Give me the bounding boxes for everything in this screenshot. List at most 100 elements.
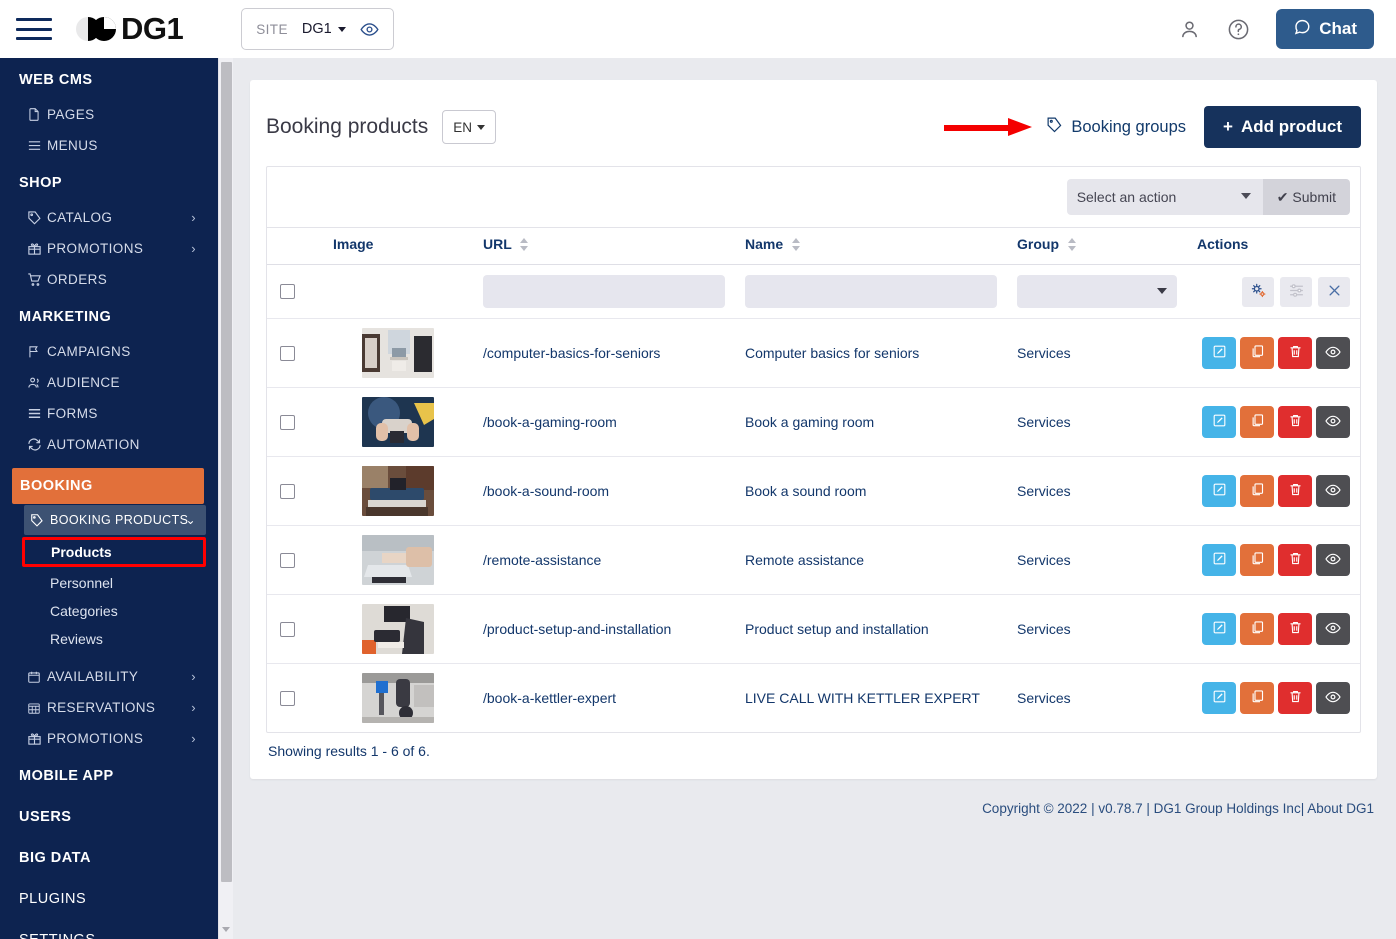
sidebar-section-mobile-app[interactable]: MOBILE APP <box>0 754 218 795</box>
sort-icon[interactable] <box>520 238 529 251</box>
sidebar-scrollbar[interactable] <box>218 58 233 939</box>
filter-sliders-button[interactable] <box>1280 276 1312 307</box>
sidebar-item-forms[interactable]: FORMS <box>0 398 218 429</box>
row-url[interactable]: /book-a-sound-room <box>473 456 735 526</box>
sidebar-item-booking-promotions[interactable]: PROMOTIONS › <box>0 723 218 754</box>
edit-button[interactable] <box>1202 682 1236 714</box>
duplicate-button[interactable] <box>1240 406 1274 438</box>
edit-button[interactable] <box>1202 613 1236 645</box>
th-group[interactable]: Group <box>1007 227 1187 265</box>
sidebar-item-automation[interactable]: AUTOMATION <box>0 429 218 460</box>
settings-gears-button[interactable] <box>1242 276 1274 307</box>
edit-button[interactable] <box>1202 406 1236 438</box>
submit-button[interactable]: ✔ Submit <box>1262 179 1350 215</box>
duplicate-button[interactable] <box>1240 682 1274 714</box>
row-image-cell <box>323 594 473 664</box>
copy-icon <box>1250 620 1265 638</box>
clear-filters-button[interactable] <box>1318 276 1350 307</box>
sidebar-section-users[interactable]: USERS <box>0 795 218 836</box>
duplicate-button[interactable] <box>1240 475 1274 507</box>
name-filter-input[interactable] <box>745 275 997 308</box>
chat-bubble-icon <box>1293 18 1311 41</box>
row-actions-cell <box>1187 663 1360 732</box>
add-product-button[interactable]: + Add product <box>1204 106 1361 148</box>
sidebar-item-orders[interactable]: ORDERS <box>0 264 218 295</box>
sidebar-item-pages[interactable]: PAGES <box>0 99 218 130</box>
preview-button[interactable] <box>1316 337 1350 369</box>
sort-icon[interactable] <box>1067 238 1077 251</box>
row-checkbox-cell <box>267 663 323 732</box>
sidebar-item-menus[interactable]: MENUS <box>0 130 218 161</box>
edit-button[interactable] <box>1202 337 1236 369</box>
row-checkbox[interactable] <box>280 552 295 568</box>
site-selector[interactable]: SITE DG1 <box>241 8 394 50</box>
trash-icon <box>1288 689 1303 707</box>
group-filter-select[interactable] <box>1017 275 1177 308</box>
sidebar-item-promotions[interactable]: PROMOTIONS › <box>0 233 218 264</box>
scroll-down-arrow-icon[interactable] <box>222 927 230 932</box>
duplicate-button[interactable] <box>1240 613 1274 645</box>
row-url[interactable]: /book-a-kettler-expert <box>473 663 735 732</box>
row-url[interactable]: /book-a-gaming-room <box>473 387 735 457</box>
filter-checkbox-cell <box>267 264 323 319</box>
sidebar-item-audience[interactable]: AUDIENCE <box>0 367 218 398</box>
delete-button[interactable] <box>1278 475 1312 507</box>
row-url[interactable]: /computer-basics-for-seniors <box>473 318 735 388</box>
delete-button[interactable] <box>1278 682 1312 714</box>
eye-icon[interactable] <box>360 20 379 39</box>
sidebar-section-plugins[interactable]: PLUGINS <box>0 877 218 918</box>
row-checkbox[interactable] <box>280 414 295 430</box>
preview-button[interactable] <box>1316 544 1350 576</box>
preview-button[interactable] <box>1316 475 1350 507</box>
sidebar-section-settings[interactable]: SETTINGS <box>0 918 218 939</box>
preview-button[interactable] <box>1316 406 1350 438</box>
url-filter-input[interactable] <box>483 275 725 308</box>
edit-button[interactable] <box>1202 475 1236 507</box>
select-all-checkbox[interactable] <box>280 284 295 299</box>
sidebar-item-reviews[interactable]: Reviews <box>0 625 218 653</box>
sidebar-item-campaigns[interactable]: CAMPAIGNS <box>0 336 218 367</box>
sidebar-item-personnel[interactable]: Personnel <box>0 569 218 597</box>
scrollbar-thumb[interactable] <box>221 62 232 882</box>
th-name[interactable]: Name <box>735 227 1007 265</box>
question-circle-icon[interactable] <box>1227 18 1250 41</box>
booking-groups-link[interactable]: Booking groups <box>1046 116 1186 138</box>
preview-button[interactable] <box>1316 682 1350 714</box>
table-row: /book-a-sound-room Book a sound room Ser… <box>267 456 1360 526</box>
hamburger-icon[interactable] <box>16 16 52 42</box>
row-url[interactable]: /remote-assistance <box>473 525 735 595</box>
sidebar-section-big-data[interactable]: BIG DATA <box>0 836 218 877</box>
row-url[interactable]: /product-setup-and-installation <box>473 594 735 664</box>
person-icon[interactable] <box>1178 18 1201 41</box>
chat-button[interactable]: Chat <box>1276 9 1374 49</box>
duplicate-button[interactable] <box>1240 544 1274 576</box>
delete-button[interactable] <box>1278 337 1312 369</box>
duplicate-button[interactable] <box>1240 337 1274 369</box>
sidebar-item-categories[interactable]: Categories <box>0 597 218 625</box>
delete-button[interactable] <box>1278 544 1312 576</box>
preview-button[interactable] <box>1316 613 1350 645</box>
row-image-cell <box>323 663 473 732</box>
row-checkbox[interactable] <box>280 483 295 499</box>
row-checkbox[interactable] <box>280 621 295 637</box>
footer-copyright[interactable]: Copyright © 2022 | v0.78.7 | DG1 Group H… <box>233 779 1396 816</box>
delete-button[interactable] <box>1278 613 1312 645</box>
sidebar-item-availability[interactable]: AVAILABILITY › <box>0 661 218 692</box>
action-select[interactable]: Select an action <box>1066 179 1263 215</box>
row-checkbox[interactable] <box>280 345 295 361</box>
pencil-square-icon <box>1212 413 1227 431</box>
plus-icon: + <box>1223 117 1233 136</box>
table-toolbar: Select an action ✔ Submit <box>267 167 1360 227</box>
sidebar-item-booking-products[interactable]: BOOKING PRODUCTS ⌄ <box>24 505 206 535</box>
sidebar-item-reservations[interactable]: RESERVATIONS › <box>0 692 218 723</box>
th-url[interactable]: URL <box>473 227 735 265</box>
edit-button[interactable] <box>1202 544 1236 576</box>
language-selector[interactable]: EN <box>442 110 497 144</box>
row-checkbox[interactable] <box>280 690 295 706</box>
sidebar-item-products[interactable]: Products <box>22 537 206 567</box>
brand-logo[interactable]: DG1 <box>76 11 184 47</box>
sort-icon[interactable] <box>792 238 801 251</box>
sidebar-item-catalog[interactable]: CATALOG › <box>0 202 218 233</box>
delete-button[interactable] <box>1278 406 1312 438</box>
sidebar-section-booking[interactable]: BOOKING <box>12 468 204 504</box>
